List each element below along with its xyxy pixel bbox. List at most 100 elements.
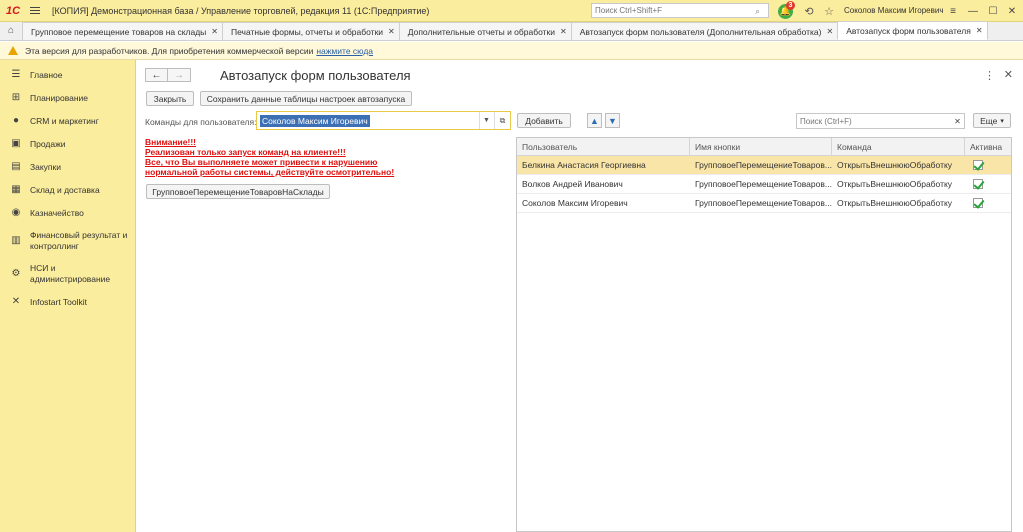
column-header-active[interactable]: Активна — [965, 138, 1011, 155]
app-logo: 1С — [5, 4, 21, 17]
warning-line: Внимание!!! — [145, 137, 196, 147]
global-search-input[interactable] — [595, 6, 755, 15]
cell-button: ГрупповоеПеремещениеТоваров... — [695, 160, 832, 170]
back-arrow-icon[interactable]: ← — [145, 68, 168, 82]
navigation-buttons: ← → — [145, 68, 191, 82]
tab-group-move[interactable]: Групповое перемещение товаров на склады ✕ — [22, 22, 223, 40]
close-form-icon[interactable]: ✕ — [1004, 68, 1013, 81]
sidebar-item-label: НСИ и администрирование — [30, 262, 111, 284]
purchase-link[interactable]: нажмите сюда — [316, 46, 373, 56]
autorun-settings-table[interactable]: Пользователь Имя кнопки Команда Активна … — [516, 137, 1012, 532]
sidebar-item-label: Казначейство — [30, 207, 84, 218]
open-windows-bar: ⌂ Групповое перемещение товаров на склад… — [0, 21, 1023, 41]
close-tab-icon[interactable]: ✕ — [560, 27, 567, 36]
warning-text: Эта версия для разработчиков. Для приобр… — [25, 45, 314, 56]
table-row[interactable]: Волков Андрей Иванович ГрупповоеПеремеще… — [517, 175, 1011, 194]
sidebar-item-admin[interactable]: ⚙ НСИ и администрирование — [0, 257, 135, 290]
chevron-down-icon[interactable]: ▼ — [479, 112, 493, 129]
maximize-icon[interactable]: ☐ — [985, 3, 1001, 19]
move-down-icon[interactable]: ▼ — [605, 113, 620, 128]
cell-active — [965, 194, 1011, 212]
favorites-icon[interactable]: ☆ — [821, 3, 837, 19]
tab-label: Печатные формы, отчеты и обработки — [231, 26, 384, 37]
chevron-down-icon: ▾ — [1000, 117, 1004, 125]
sidebar-item-label: Продажи — [30, 138, 66, 149]
cell-button: ГрупповоеПеремещениеТоваров... — [695, 198, 832, 208]
cart-icon: ▤ — [11, 161, 21, 172]
sidebar-item-label: Infostart Toolkit — [30, 296, 88, 307]
open-icon[interactable]: ⧉ — [494, 112, 510, 129]
search-icon: ⌕ — [755, 5, 761, 16]
active-checkbox[interactable] — [973, 160, 983, 170]
crm-icon: ● — [12, 115, 20, 126]
close-window-icon[interactable]: ✕ — [1004, 3, 1020, 19]
clear-search-icon[interactable]: ✕ — [951, 113, 965, 129]
commands-label: Команды для пользователя: — [145, 117, 257, 127]
cell-active — [965, 175, 1011, 193]
tab-print-forms[interactable]: Печатные формы, отчеты и обработки ✕ — [222, 22, 400, 40]
sidebar-item-label: Склад и доставка — [30, 184, 100, 195]
table-row[interactable]: Соколов Максим Игоревич ГрупповоеПеремещ… — [517, 194, 1011, 213]
tab-label: Групповое перемещение товаров на склады — [31, 26, 207, 37]
cell-active — [965, 156, 1011, 174]
commands-user-value[interactable]: Соколов Максим Игоревич — [260, 114, 370, 127]
commands-user-field[interactable]: Соколов Максим Игоревич ▼ ⧉ — [256, 111, 511, 130]
cell-user: Соколов Максим Игоревич — [522, 198, 628, 208]
column-header-button[interactable]: Имя кнопки — [690, 138, 832, 155]
sidebar-item-label: CRM и маркетинг — [30, 115, 99, 126]
form-menu-icon[interactable]: ⋮ — [984, 69, 995, 82]
user-name[interactable]: Соколов Максим Игоревич — [844, 6, 943, 15]
table-search[interactable] — [796, 113, 952, 129]
active-checkbox[interactable] — [973, 179, 983, 189]
main-menu-icon[interactable] — [26, 0, 44, 22]
close-tab-icon[interactable]: ✕ — [976, 26, 983, 35]
warehouse-icon: ▦ — [11, 184, 21, 195]
title-bar: 1С [КОПИЯ] Демонстрационная база / Управ… — [0, 0, 1023, 22]
sidebar-item-warehouse[interactable]: ▦ Склад и доставка — [0, 178, 135, 201]
cell-command: ОткрытьВнешнююОбработку — [837, 179, 953, 189]
treasury-icon: ◉ — [11, 207, 21, 218]
tab-autorun-forms[interactable]: Автозапуск форм пользователя ✕ — [837, 21, 988, 40]
planning-icon: ⊞ — [11, 92, 21, 103]
minimize-icon[interactable]: — — [965, 3, 981, 19]
group-move-command-button[interactable]: ГрупповоеПеремещениеТоваровНаСклады — [146, 184, 330, 199]
active-checkbox[interactable] — [973, 198, 983, 208]
gear-icon: ⚙ — [11, 268, 21, 279]
sidebar-item-treasury[interactable]: ◉ Казначейство — [0, 201, 135, 224]
settings-menu-icon[interactable]: ≡ — [945, 3, 961, 19]
sidebar-item-finance[interactable]: ▥ Финансовый результат и контроллинг — [0, 224, 135, 257]
more-button[interactable]: Еще ▾ — [973, 113, 1011, 128]
column-header-user[interactable]: Пользователь — [517, 138, 690, 155]
history-icon[interactable]: ⟲ — [801, 3, 817, 19]
sidebar-item-sales[interactable]: ▣ Продажи — [0, 132, 135, 155]
close-tab-icon[interactable]: ✕ — [826, 27, 833, 36]
column-header-command[interactable]: Команда — [832, 138, 965, 155]
add-button[interactable]: Добавить — [517, 113, 571, 128]
tab-autorun-processing[interactable]: Автозапуск форм пользователя (Дополнител… — [570, 22, 839, 40]
sidebar-item-main[interactable]: ☰ Главное — [0, 63, 135, 86]
menu-icon: ☰ — [11, 69, 21, 80]
close-tab-icon[interactable]: ✕ — [211, 27, 218, 36]
cell-button: ГрупповоеПеремещениеТоваров... — [695, 179, 832, 189]
forward-arrow-icon[interactable]: → — [168, 68, 191, 82]
home-icon[interactable]: ⌂ — [0, 21, 22, 40]
table-row[interactable]: Белкина Анастасия Георгиевна ГрупповоеПе… — [517, 156, 1011, 175]
sidebar-item-planning[interactable]: ⊞ Планирование — [0, 86, 135, 109]
sidebar-item-label: Финансовый результат и контроллинг — [30, 229, 128, 251]
sidebar-item-infostart[interactable]: ✕ Infostart Toolkit — [0, 290, 135, 313]
tab-label: Автозапуск форм пользователя — [846, 25, 971, 36]
sidebar-item-purchases[interactable]: ▤ Закупки — [0, 155, 135, 178]
global-search[interactable]: ⌕ — [591, 3, 769, 18]
cell-user: Волков Андрей Иванович — [522, 179, 623, 189]
tab-additional-reports[interactable]: Дополнительные отчеты и обработки ✕ — [398, 22, 572, 40]
cell-user: Белкина Анастасия Георгиевна — [522, 160, 646, 170]
close-tab-icon[interactable]: ✕ — [388, 27, 395, 36]
move-up-icon[interactable]: ▲ — [587, 113, 602, 128]
form-title: Автозапуск форм пользователя — [220, 68, 411, 83]
close-button[interactable]: Закрыть — [146, 91, 194, 106]
save-settings-button[interactable]: Сохранить данные таблицы настроек автоза… — [200, 91, 412, 106]
table-search-input[interactable] — [800, 116, 940, 126]
app-title: [КОПИЯ] Демонстрационная база / Управлен… — [52, 5, 430, 16]
sidebar-item-crm[interactable]: ● CRM и маркетинг — [0, 109, 135, 132]
table-header: Пользователь Имя кнопки Команда Активна — [517, 138, 1011, 156]
